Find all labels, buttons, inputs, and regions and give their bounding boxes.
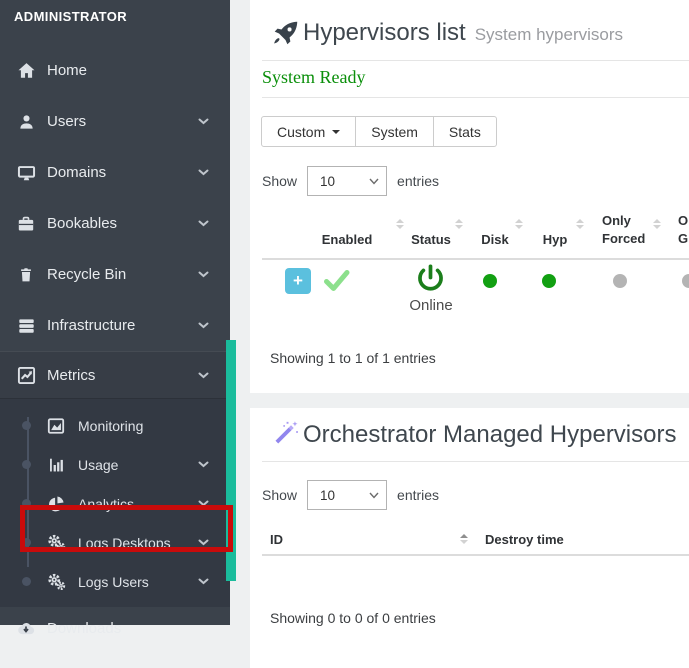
tree-dot xyxy=(22,577,31,586)
sidebar-item-label: Recycle Bin xyxy=(47,266,198,283)
column-header-id[interactable]: ID xyxy=(270,531,283,549)
briefcase-icon xyxy=(14,215,38,233)
system-button[interactable]: System xyxy=(355,116,434,147)
sort-icon[interactable] xyxy=(460,534,468,544)
tree-dot xyxy=(22,421,31,430)
sidebar-subitem-label: Logs Users xyxy=(78,574,198,590)
user-icon xyxy=(14,113,38,131)
hypervisors-panel: Hypervisors list System hypervisors Syst… xyxy=(250,0,689,393)
stats-button[interactable]: Stats xyxy=(433,116,497,147)
table-header-border xyxy=(262,258,689,260)
page-size-select[interactable]: 10 xyxy=(307,480,387,510)
divider xyxy=(262,97,689,98)
page-size-control: Show 10 entries xyxy=(262,480,439,510)
chart-bar-icon xyxy=(45,456,67,474)
cogs-icon xyxy=(45,573,67,591)
power-online-icon xyxy=(415,263,446,299)
magic-wand-icon xyxy=(272,420,299,447)
sidebar-item-label: Domains xyxy=(47,164,198,181)
only-gpus-status-dot xyxy=(682,274,689,288)
disk-status-dot xyxy=(483,274,497,288)
sort-icon[interactable] xyxy=(396,219,404,229)
entries-label: entries xyxy=(397,487,439,503)
sidebar-item-domains[interactable]: Domains xyxy=(0,147,230,198)
sidebar-item-recycle-bin[interactable]: Recycle Bin xyxy=(0,249,230,300)
hypervisor-actions-group: Custom System Stats xyxy=(261,116,497,147)
divider xyxy=(262,60,689,61)
sidebar-item-label: Users xyxy=(47,113,198,130)
metrics-submenu: Monitoring Usage Analytics Logs D xyxy=(0,399,230,607)
sidebar-subitem-logs-users[interactable]: Logs Users xyxy=(0,562,230,601)
sidebar-item-downloads[interactable]: Downloads xyxy=(0,607,230,649)
sidebar-item-label: Home xyxy=(47,62,209,79)
column-header-only-forced[interactable]: Only Forced xyxy=(602,212,645,248)
cloud-download-icon xyxy=(14,620,38,637)
page-size-select[interactable]: 10 xyxy=(307,166,387,196)
rocket-icon xyxy=(272,20,299,47)
page-size-control: Show 10 entries xyxy=(262,166,439,196)
sidebar-item-infrastructure[interactable]: Infrastructure xyxy=(0,300,230,351)
column-header-enabled[interactable]: Enabled xyxy=(322,231,373,249)
chevron-down-icon xyxy=(198,220,209,227)
select-chevron-icon xyxy=(369,178,379,185)
sidebar-item-label: Metrics xyxy=(47,367,198,384)
column-header-destroy-time[interactable]: Destroy time xyxy=(485,531,564,549)
chevron-down-icon xyxy=(198,118,209,125)
sort-icon[interactable] xyxy=(515,219,523,229)
sidebar-subitem-label: Usage xyxy=(78,457,198,473)
chart-line-icon xyxy=(14,366,38,385)
sidebar-item-users[interactable]: Users xyxy=(0,96,230,147)
system-status-message: System Ready xyxy=(262,67,366,88)
sort-icon[interactable] xyxy=(653,219,661,229)
sort-icon[interactable] xyxy=(576,219,584,229)
chevron-down-icon xyxy=(198,461,209,468)
sidebar-item-home[interactable]: Home xyxy=(0,45,230,96)
server-icon xyxy=(14,317,38,335)
chevron-down-icon xyxy=(198,578,209,585)
caret-down-icon xyxy=(332,130,340,134)
hyp-status-dot xyxy=(542,274,556,288)
tree-dot xyxy=(22,460,31,469)
column-header-only-gpus[interactable]: Only GPUs xyxy=(678,212,689,248)
sidebar-subitem-monitoring[interactable]: Monitoring xyxy=(0,406,230,445)
page-title: Hypervisors list xyxy=(303,18,466,48)
trash-icon xyxy=(14,266,38,284)
sidebar-subitem-label: Monitoring xyxy=(78,418,209,434)
chevron-down-icon xyxy=(198,169,209,176)
entries-label: entries xyxy=(397,173,439,189)
table-info-text: Showing 0 to 0 of 0 entries xyxy=(270,610,436,626)
status-text: Online xyxy=(409,297,452,314)
sidebar-title: ADMINISTRATOR xyxy=(0,0,230,24)
sort-icon[interactable] xyxy=(455,219,463,229)
sidebar-item-label: Downloads xyxy=(47,620,209,637)
select-chevron-icon xyxy=(369,492,379,499)
orchestrator-panel: Orchestrator Managed Hypervisors Show 10… xyxy=(250,408,689,668)
show-label: Show xyxy=(262,173,297,189)
sidebar-item-bookables[interactable]: Bookables xyxy=(0,198,230,249)
sidebar-item-label: Bookables xyxy=(47,215,198,232)
column-header-hyp[interactable]: Hyp xyxy=(543,231,568,249)
expand-row-button[interactable]: + xyxy=(285,268,311,294)
column-header-disk[interactable]: Disk xyxy=(481,231,508,249)
chevron-down-icon xyxy=(198,322,209,329)
chart-area-icon xyxy=(45,417,67,435)
sidebar-item-label: Infrastructure xyxy=(47,317,198,334)
desktop-icon xyxy=(14,164,38,182)
chevron-down-icon xyxy=(198,271,209,278)
table-info-text: Showing 1 to 1 of 1 entries xyxy=(270,350,436,366)
custom-dropdown-button[interactable]: Custom xyxy=(261,116,356,147)
sidebar-item-metrics[interactable]: Metrics xyxy=(0,351,230,399)
only-forced-status-dot xyxy=(613,274,627,288)
enabled-check-icon xyxy=(323,269,350,297)
chevron-down-icon xyxy=(198,372,209,379)
highlight-box xyxy=(20,505,233,552)
table-header-border xyxy=(262,554,689,556)
column-header-status[interactable]: Status xyxy=(411,231,451,249)
divider xyxy=(262,461,689,462)
home-icon xyxy=(14,61,38,80)
show-label: Show xyxy=(262,487,297,503)
section-title: Orchestrator Managed Hypervisors xyxy=(303,420,676,450)
sidebar-subitem-usage[interactable]: Usage xyxy=(0,445,230,484)
page-subtitle: System hypervisors xyxy=(475,25,623,45)
